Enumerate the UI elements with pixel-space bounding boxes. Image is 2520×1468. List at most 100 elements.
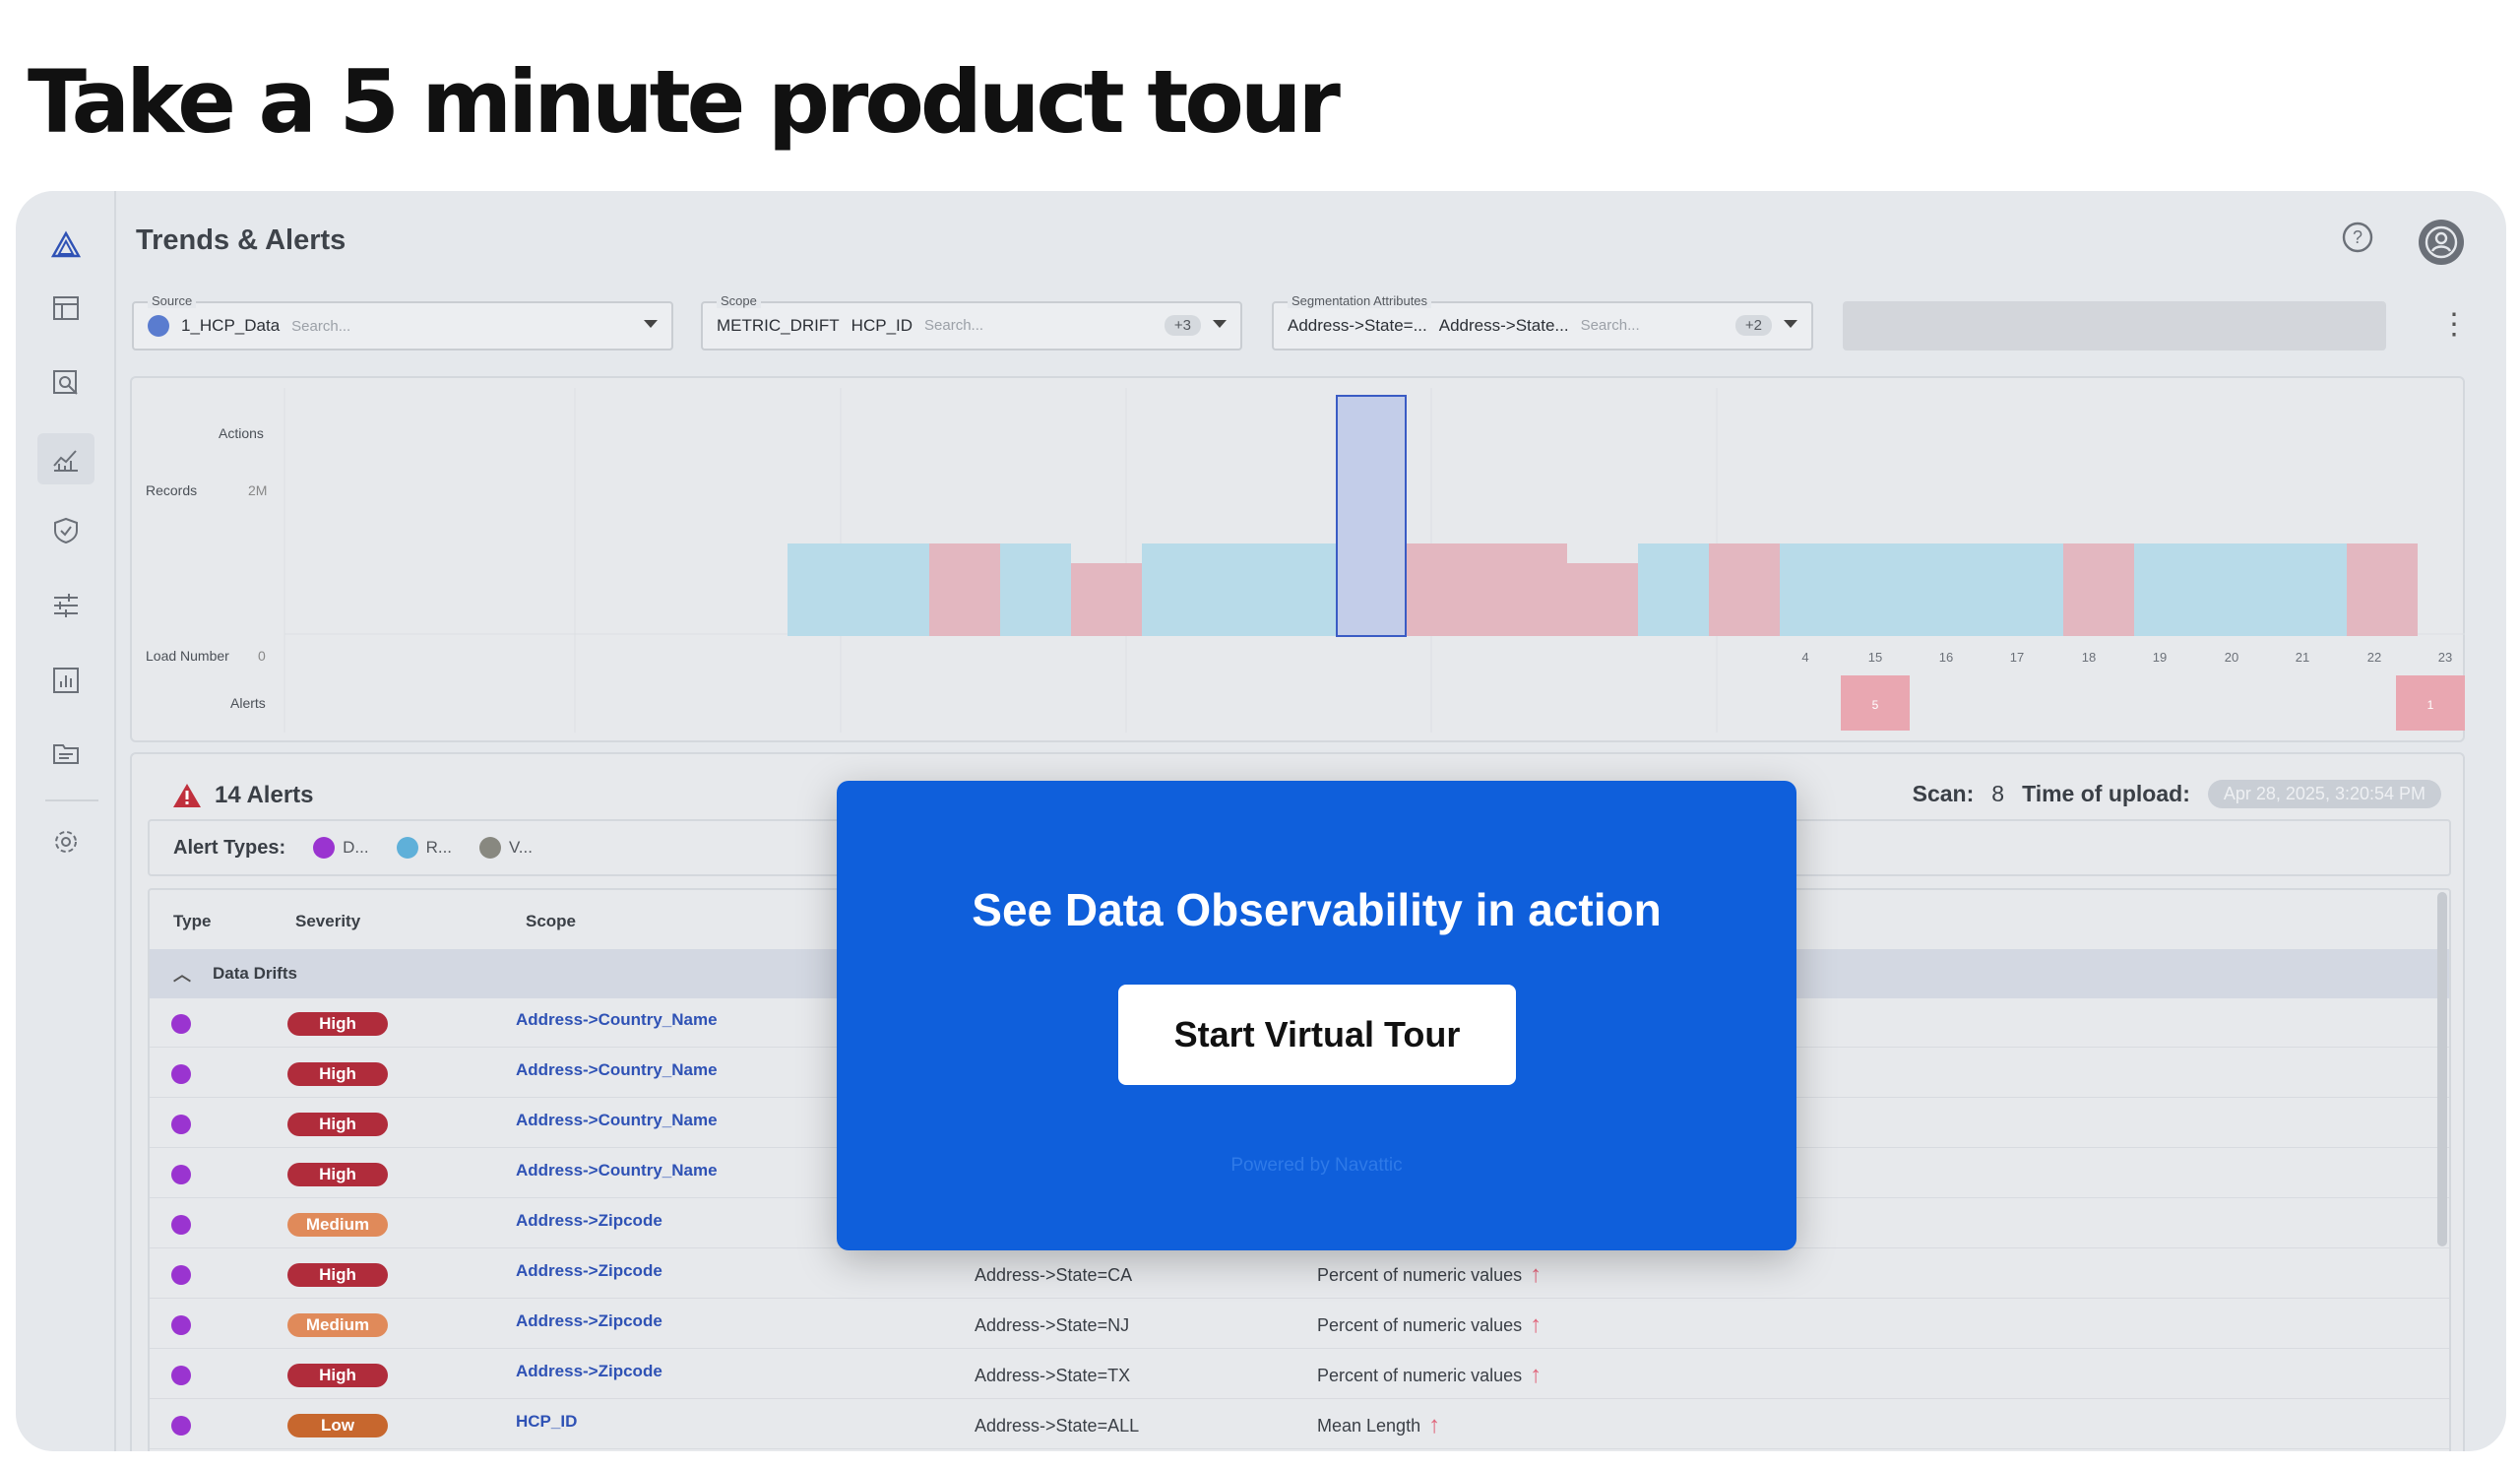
scope-filter[interactable]: Scope METRIC_DRIFT HCP_ID Search... +3 [701, 293, 1242, 351]
table-icon[interactable] [47, 289, 85, 327]
chevron-up-icon[interactable]: ︿ [173, 961, 191, 987]
warning-icon [173, 784, 201, 807]
source-value: 1_HCP_Data [181, 316, 281, 335]
chart-bar[interactable] [2347, 543, 2418, 636]
table-row[interactable]: Medium Address->Zipcode Address->State=NJ P… [150, 1300, 2449, 1349]
scope-search-input[interactable]: Search... [924, 317, 983, 334]
shield-icon[interactable] [47, 512, 85, 549]
chart-bar[interactable] [2276, 543, 2347, 636]
chart-bar[interactable] [1071, 563, 1142, 636]
table-row[interactable]: Low HCP_ID Address->State=ALL Mean Length ↑ [150, 1400, 2449, 1449]
chevron-down-icon[interactable] [644, 320, 658, 328]
type-color-dot [313, 837, 336, 859]
alert-type-filter[interactable]: R... [396, 837, 452, 859]
chart-bar[interactable] [1709, 543, 1780, 636]
chart-bar[interactable] [1496, 543, 1567, 636]
search-report-icon[interactable] [47, 364, 85, 402]
source-search-input[interactable]: Search... [291, 318, 350, 335]
segmentation-chip: Address->State... [1438, 315, 1569, 335]
chart-bar[interactable] [858, 543, 929, 636]
segmentation-more-count[interactable]: +2 [1734, 315, 1772, 336]
segment-value: Address->State=ALL [975, 1416, 1140, 1436]
chart-bar[interactable] [929, 543, 1000, 636]
upload-time-badge[interactable]: Apr 28, 2025, 3:20:54 PM [2207, 780, 2441, 808]
arrow-up-icon: ↑ [1530, 1362, 1543, 1388]
chart-row-label-actions: Actions [219, 425, 264, 441]
bar-chart-icon[interactable] [47, 662, 85, 699]
chevron-down-icon[interactable] [1213, 320, 1227, 328]
sidebar-divider [45, 799, 98, 801]
scrollbar[interactable] [2437, 892, 2447, 1246]
source-filter[interactable]: Source 1_HCP_Data Search... [132, 293, 673, 351]
type-dot [171, 1014, 191, 1034]
alert-type-filter[interactable]: D... [313, 837, 369, 859]
chart-bar[interactable] [1638, 543, 1709, 636]
segment-value: Address->State=CA [975, 1265, 1133, 1285]
segmentation-search-input[interactable]: Search... [1581, 317, 1640, 334]
chart-x-tick: 17 [2010, 650, 2024, 665]
user-avatar-icon[interactable] [2418, 219, 2465, 271]
chart-bar[interactable] [1992, 543, 2063, 636]
logo-icon[interactable] [47, 226, 85, 264]
scope-link[interactable]: Address->Country_Name [516, 1161, 718, 1181]
start-tour-button[interactable]: Start Virtual Tour [1118, 985, 1516, 1085]
column-header-severity[interactable]: Severity [295, 912, 360, 931]
chart-bar[interactable] [1922, 543, 1992, 636]
alerts-count: 14 Alerts [215, 782, 314, 808]
more-options-icon[interactable]: ⋮ [2439, 307, 2469, 342]
chart-alert-count: 1 [2427, 698, 2434, 712]
chart-bar[interactable] [1213, 543, 1284, 636]
scope-more-count[interactable]: +3 [1164, 315, 1201, 336]
upload-label: Time of upload: [2022, 781, 2190, 806]
severity-badge: High [287, 1113, 388, 1136]
column-header-scope[interactable]: Scope [526, 912, 576, 931]
severity-badge: Low [287, 1414, 388, 1437]
table-row[interactable]: High Address->Zipcode Address->State=CA Per… [150, 1249, 2449, 1299]
date-range-filter[interactable] [1843, 301, 2386, 351]
help-icon[interactable]: ? [2341, 221, 2374, 259]
chart-bar[interactable] [1142, 543, 1213, 636]
scope-link[interactable]: HCP_ID [516, 1412, 577, 1432]
tour-modal: See Data Observability in action Start V… [837, 781, 1796, 1250]
chart-x-tick: 23 [2438, 650, 2452, 665]
chart-bar[interactable] [1000, 543, 1071, 636]
table-row[interactable]: High Address->Zipcode Address->State=TX Per… [150, 1350, 2449, 1399]
chart-bar[interactable] [2134, 543, 2205, 636]
type-dot [171, 1165, 191, 1184]
chart-bar-selected[interactable] [1336, 395, 1407, 637]
metric-label: Percent of numeric values [1317, 1365, 1523, 1385]
chart-bar[interactable] [1780, 543, 1851, 636]
scope-chip: METRIC_DRIFT [717, 315, 840, 335]
scope-link[interactable]: Address->Zipcode [516, 1362, 662, 1381]
source-filter-label: Source [148, 293, 197, 308]
scope-link[interactable]: Address->Zipcode [516, 1261, 662, 1281]
chart-x-tick: 19 [2153, 650, 2167, 665]
chart-bar[interactable] [2063, 543, 2134, 636]
arrow-up-icon: ↑ [1530, 1311, 1543, 1338]
scope-link[interactable]: Address->Country_Name [516, 1060, 718, 1080]
chart-bar[interactable] [2205, 543, 2276, 636]
trends-icon[interactable] [37, 433, 94, 484]
scope-link[interactable]: Address->Zipcode [516, 1211, 662, 1231]
segment-value: Address->State=TX [975, 1366, 1131, 1385]
chart-x-tick: 16 [1939, 650, 1953, 665]
metric-cell: Percent of numeric values ↑ [1317, 1261, 1542, 1289]
type-dot [171, 1215, 191, 1235]
scope-link[interactable]: Address->Country_Name [516, 1010, 718, 1030]
sidebar [16, 191, 116, 1451]
alert-type-filter[interactable]: V... [479, 837, 533, 859]
chevron-down-icon[interactable] [1784, 320, 1797, 328]
scope-link[interactable]: Address->Country_Name [516, 1111, 718, 1130]
column-header-type[interactable]: Type [173, 912, 211, 931]
sliders-icon[interactable] [47, 587, 85, 624]
powered-by-link[interactable]: Powered by Navattic [837, 1155, 1796, 1177]
type-dot [171, 1115, 191, 1134]
scope-link[interactable]: Address->Zipcode [516, 1311, 662, 1331]
chart-bar[interactable] [1851, 543, 1922, 636]
chart-bar[interactable] [1567, 563, 1638, 636]
segmentation-filter[interactable]: Segmentation Attributes Address->State=.… [1272, 293, 1813, 351]
settings-icon[interactable] [47, 823, 85, 861]
chart-bar[interactable] [1425, 543, 1496, 636]
folder-icon[interactable] [47, 734, 85, 772]
chart-bar[interactable] [788, 543, 858, 636]
